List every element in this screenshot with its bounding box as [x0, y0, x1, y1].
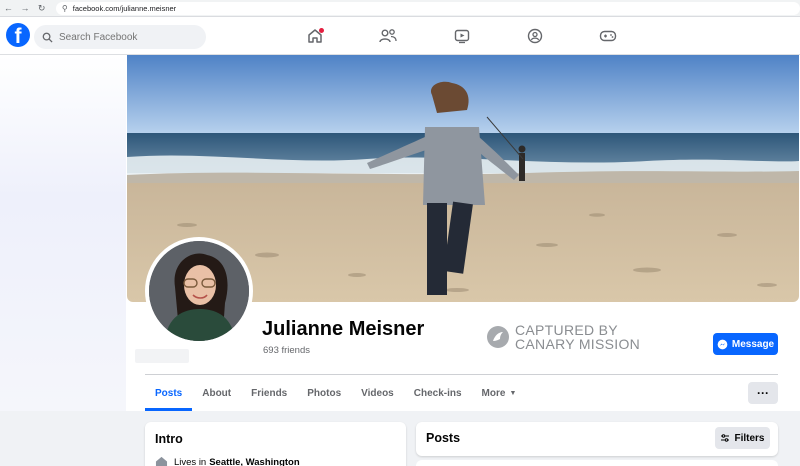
caret-down-icon: ▼	[509, 389, 517, 397]
tab-label: More	[481, 387, 506, 399]
lives-in-label: Lives in	[174, 456, 207, 466]
gaming-nav[interactable]	[598, 26, 618, 46]
watermark: CAPTURED BY CANARY MISSION	[486, 323, 640, 351]
post-composer-card	[416, 460, 778, 466]
intro-title: Intro	[155, 432, 183, 446]
posts-title: Posts	[426, 431, 461, 445]
groups-icon	[527, 28, 543, 44]
search-input[interactable]	[59, 31, 199, 43]
reload-icon[interactable]: ↻	[33, 0, 50, 17]
tab-label: Check-ins	[413, 387, 462, 399]
posts-card: Posts Filters	[416, 422, 778, 456]
home-nav[interactable]	[305, 26, 325, 46]
lives-in-row: Lives in Seattle, Washington	[155, 456, 300, 466]
logo-letter: f	[14, 25, 22, 47]
url-text: facebook.com/julianne.meisner	[72, 3, 177, 13]
friends-icon	[379, 29, 397, 43]
gaming-icon	[599, 30, 617, 42]
tab-about[interactable]: About	[192, 378, 241, 408]
watch-icon	[454, 29, 470, 44]
search-icon	[42, 32, 53, 43]
blurred-element	[135, 349, 189, 363]
search-box[interactable]	[34, 25, 206, 49]
watermark-line-2: CANARY MISSION	[515, 336, 641, 352]
profile-avatar[interactable]	[145, 237, 253, 345]
filters-label: Filters	[734, 432, 765, 444]
tab-label: Posts	[155, 387, 183, 399]
page-background	[0, 55, 126, 411]
notification-dot	[319, 28, 324, 33]
tab-friends[interactable]: Friends	[241, 378, 297, 408]
intro-card: Intro Lives in Seattle, Washington	[145, 422, 406, 466]
home-location-icon	[155, 456, 168, 466]
watermark-line-1: CAPTURED BY	[515, 322, 618, 338]
canary-logo-icon	[487, 326, 509, 348]
groups-nav[interactable]	[525, 26, 545, 46]
friends-count[interactable]: 693 friends	[263, 345, 310, 356]
messenger-icon	[717, 339, 728, 349]
more-options-button[interactable]: ···	[748, 382, 778, 404]
browser-toolbar: ← → ↻ ⚲ facebook.com/julianne.meisner	[0, 0, 800, 17]
lives-in-city[interactable]: Seattle, Washington	[209, 457, 299, 466]
message-button[interactable]: Message	[713, 333, 778, 355]
filters-button[interactable]: Filters	[715, 427, 770, 449]
watch-nav[interactable]	[452, 26, 472, 46]
tab-more[interactable]: More ▼	[472, 378, 527, 408]
tab-label: About	[202, 387, 232, 399]
tab-videos[interactable]: Videos	[351, 378, 404, 408]
profile-tabs: Posts About Friends Photos Videos Check-…	[145, 378, 527, 411]
tab-label: Photos	[307, 387, 342, 399]
facebook-header: f	[0, 17, 800, 55]
tab-posts[interactable]: Posts	[145, 378, 193, 411]
tab-label: Videos	[361, 387, 394, 399]
site-settings-icon[interactable]: ⚲	[62, 4, 68, 13]
tab-label: Friends	[251, 387, 288, 399]
tab-photos[interactable]: Photos	[297, 378, 351, 408]
message-label: Message	[731, 338, 775, 350]
tab-check-ins[interactable]: Check-ins	[404, 378, 472, 408]
friends-nav[interactable]	[378, 26, 398, 46]
tabs-divider	[145, 374, 778, 375]
address-bar[interactable]: ⚲ facebook.com/julianne.meisner	[55, 1, 800, 15]
profile-photo	[149, 241, 249, 341]
profile-name: Julianne Meisner	[262, 318, 425, 340]
back-icon[interactable]: ←	[0, 0, 17, 17]
facebook-logo[interactable]: f	[6, 23, 30, 47]
filters-icon	[721, 434, 730, 442]
forward-icon[interactable]: →	[17, 0, 34, 17]
